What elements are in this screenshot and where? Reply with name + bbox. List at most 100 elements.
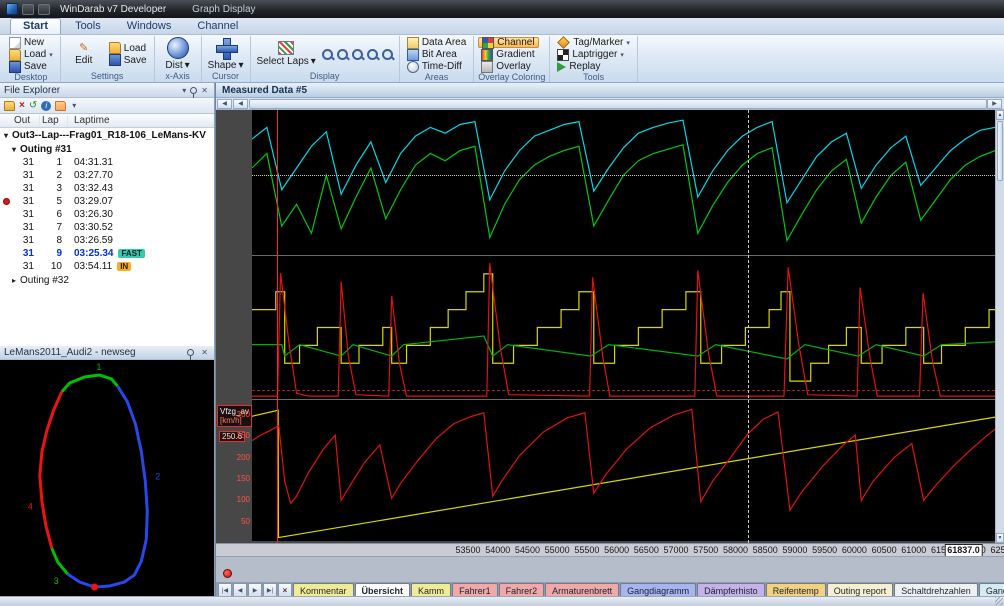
ribbon-tab-windows[interactable]: Windows (115, 19, 184, 34)
settings-load-label: Load (124, 43, 146, 54)
chart-svg-top (252, 110, 995, 255)
edit-settings-button[interactable]: ✎ Edit (65, 42, 103, 66)
scroll-right-button[interactable]: ▶ (987, 99, 1002, 109)
red-cursor-line[interactable] (277, 110, 278, 543)
save-button[interactable]: Save (6, 61, 56, 72)
zoom-previous-button[interactable] (381, 48, 395, 61)
overlay-coloring-button[interactable]: Overlay (478, 61, 538, 72)
lap-row[interactable]: 311003:54.11IN (0, 260, 214, 273)
close-icon[interactable]: ✕ (199, 348, 210, 357)
zoom-region-button[interactable] (351, 48, 365, 61)
y-tick-label: 50 (241, 518, 250, 526)
expander-icon[interactable]: ▾ (0, 131, 12, 140)
open-file-icon[interactable] (4, 101, 15, 111)
worksheet-tab-d-mpferhisto[interactable]: Dämpferhisto (697, 583, 765, 597)
lap-row[interactable]: 31903:25.34FAST (0, 247, 214, 260)
worksheet-tab-armaturenbrett[interactable]: Armaturenbrett (545, 583, 619, 597)
lap-row[interactable]: 31603:26.30 (0, 208, 214, 221)
settings-save-button[interactable]: Save (106, 55, 150, 66)
expander-icon[interactable]: ▸ (8, 276, 20, 285)
worksheet-tab-gangdiagramm[interactable]: Gangdiagramm (620, 583, 696, 597)
column-header-out[interactable]: Out (12, 115, 40, 126)
close-icon[interactable]: ✕ (199, 86, 210, 95)
horizontal-scrollbar[interactable]: ◀ ◀ ▶ (216, 98, 1004, 110)
load-button[interactable]: Load ▾ (6, 49, 56, 60)
ribbon-tab-tools[interactable]: Tools (63, 19, 113, 34)
bit-area-button[interactable]: Bit Area (404, 49, 469, 60)
data-area-button[interactable]: Data Area (404, 37, 469, 48)
chart-stack[interactable] (252, 110, 995, 543)
scroll-page-left-button[interactable]: ◀ (217, 99, 232, 109)
zoom-in-button[interactable] (321, 48, 335, 61)
lap-out-cell: 31 (12, 196, 40, 207)
replay-button[interactable]: Replay (554, 61, 633, 72)
chart-middle[interactable] (252, 256, 995, 400)
expander-icon[interactable]: ▾ (8, 145, 20, 154)
lap-row[interactable]: 31503:29.07 (0, 195, 214, 208)
scroll-up-button[interactable]: ▲ (996, 110, 1004, 120)
lap-row[interactable]: 31803:26.59 (0, 234, 214, 247)
quick-access-button-2[interactable] (38, 4, 50, 15)
chart-bottom[interactable] (252, 400, 995, 541)
worksheet-tab-kommentar[interactable]: Kommentar (293, 583, 354, 597)
dist-button[interactable]: Dist ▾ (159, 37, 197, 71)
pin-icon[interactable] (187, 349, 194, 356)
info-icon[interactable]: i (41, 101, 51, 111)
column-header-laptime[interactable]: Laptime (68, 115, 214, 126)
quick-access-button-1[interactable] (22, 4, 34, 15)
tab-close-button[interactable]: × (278, 583, 292, 597)
lap-row[interactable]: 31703:30.52 (0, 221, 214, 234)
chart-top[interactable] (252, 110, 995, 256)
chevron-down-icon[interactable]: ▾ (70, 101, 78, 110)
scroll-left-button[interactable]: ◀ (233, 99, 248, 109)
scrollbar-thumb[interactable] (249, 99, 987, 109)
worksheet-tab-schaltdrehzahlen[interactable]: Schaltdrehzahlen (894, 583, 978, 597)
vertical-scrollbar[interactable]: ▲ ▼ (995, 110, 1004, 543)
resize-grip[interactable] (995, 597, 1003, 605)
tab-nav-first-button[interactable]: |◀ (218, 583, 232, 597)
status-bar (0, 596, 1004, 606)
file-node[interactable]: ▾ Out3--Lap---Frag01_R18-106_LeMans-KV (0, 128, 214, 142)
settings-load-button[interactable]: Load (106, 43, 150, 54)
gradient-coloring-button[interactable]: Gradient (478, 49, 538, 60)
zoom-out-button[interactable] (336, 48, 350, 61)
worksheet-tab-gangwahl[interactable]: Gangwahl (979, 583, 1004, 597)
tag-marker-button[interactable]: Tag/Marker ▾ (554, 37, 633, 48)
recent-files-icon[interactable] (55, 101, 66, 111)
worksheet-tab-outing-report[interactable]: Outing report (827, 583, 894, 597)
tab-nav-prev-button[interactable]: ◀ (233, 583, 247, 597)
time-diff-button[interactable]: Time-Diff (404, 61, 469, 72)
ribbon-tab-start[interactable]: Start (10, 18, 61, 34)
scrollbar-thumb[interactable] (997, 121, 1003, 181)
track-map-panel: LeMans2011_Audi2 - newseg ✕ 1 (0, 346, 215, 596)
cursor-shape-button[interactable]: Shape ▾ (206, 37, 246, 71)
outing-node-32[interactable]: ▸ Outing #32 (0, 273, 214, 287)
worksheet-tab--bersicht[interactable]: Übersicht (355, 583, 411, 597)
worksheet-tab-fahrer1[interactable]: Fahrer1 (452, 583, 498, 597)
chevron-down-icon[interactable]: ▾ (180, 86, 188, 95)
tab-nav-next-button[interactable]: ▶ (248, 583, 262, 597)
worksheet-tab-reifentemp[interactable]: Reifentemp (766, 583, 826, 597)
worksheet-tab-fahrer2[interactable]: Fahrer2 (499, 583, 545, 597)
channel-coloring-button[interactable]: Channel (478, 37, 538, 48)
worksheet-tab-kamm[interactable]: Kamm (411, 583, 451, 597)
track-map-canvas[interactable]: 1 2 3 4 (0, 360, 214, 596)
lap-row[interactable]: 31104:31.31 (0, 156, 214, 169)
laptime-cell: 03:27.70 (68, 170, 214, 181)
scroll-down-button[interactable]: ▼ (996, 533, 1004, 543)
remove-file-icon[interactable]: × (19, 100, 25, 111)
ribbon-tab-channel[interactable]: Channel (185, 19, 250, 34)
outing-node-31[interactable]: ▾ Outing #31 (0, 142, 214, 156)
lap-row[interactable]: 31203:27.70 (0, 169, 214, 182)
ribbon-group-tools: Tag/Marker ▾ Laptrigger ▾ Replay Tools (550, 36, 638, 82)
lap-row[interactable]: 31303:32.43 (0, 182, 214, 195)
new-button[interactable]: New (6, 37, 56, 48)
zoom-reset-button[interactable] (366, 48, 380, 61)
refresh-icon[interactable]: ↺ (29, 100, 37, 111)
pin-icon[interactable] (190, 87, 197, 94)
column-header-lap[interactable]: Lap (40, 115, 68, 126)
select-laps-button[interactable]: Select Laps ▾ (255, 41, 318, 67)
laptrigger-button[interactable]: Laptrigger ▾ (554, 49, 633, 60)
white-cursor-line[interactable] (748, 110, 749, 543)
tab-nav-last-button[interactable]: ▶| (263, 583, 277, 597)
